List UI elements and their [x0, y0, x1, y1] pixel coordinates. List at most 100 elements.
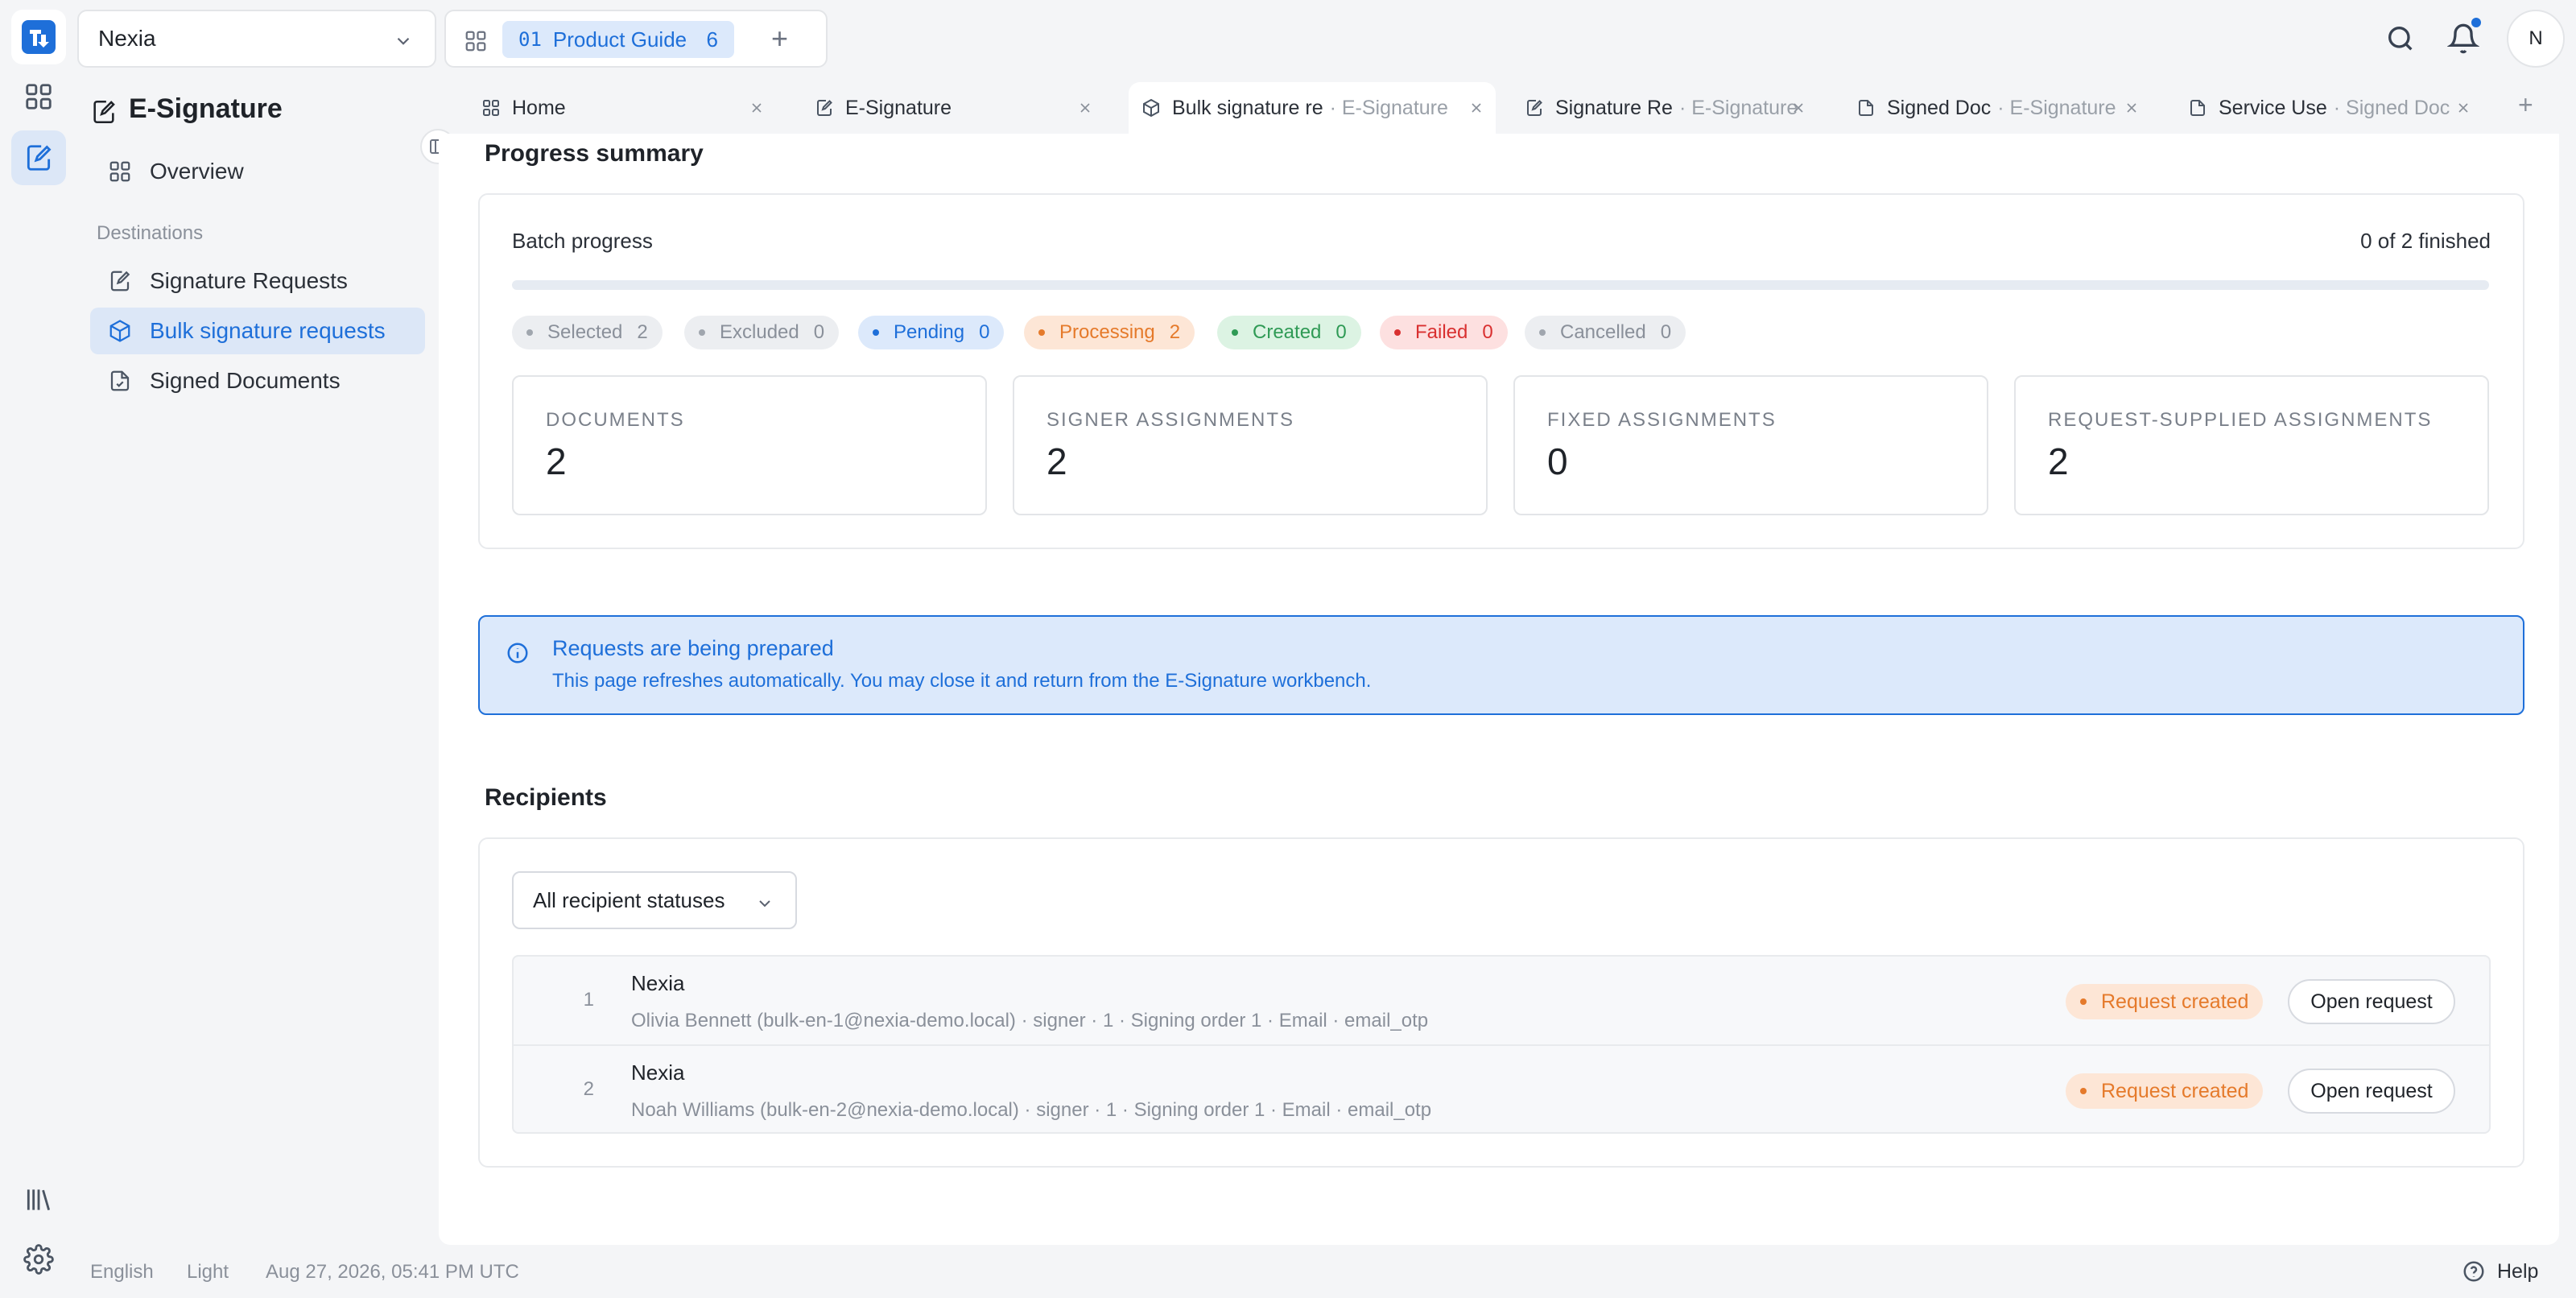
- stat-label: DOCUMENTS: [546, 409, 685, 431]
- document-edit-icon: [1525, 98, 1544, 118]
- package-icon: [1141, 98, 1161, 118]
- sidebar-section-title: Destinations: [97, 222, 204, 244]
- status-chip-selected: Selected 2: [512, 316, 663, 349]
- guide-bar: 01 Product Guide 6 +: [444, 10, 828, 68]
- chip-label: Processing: [1059, 321, 1155, 343]
- banner-title: Requests are being prepared: [552, 636, 834, 660]
- batch-progress-bar: [512, 280, 2489, 290]
- stat-value: 2: [1046, 440, 1067, 482]
- workspace-name: Nexia: [98, 26, 156, 51]
- close-tab-icon[interactable]: [1790, 100, 1806, 116]
- tab-label: Signed Doc: [1887, 96, 1992, 119]
- tab-service-use[interactable]: Service Use · Signed Doc: [2175, 82, 2483, 134]
- guide-count: 6: [706, 27, 718, 52]
- status-badge: Request created: [2066, 1073, 2264, 1109]
- sidebar-item-bulk-signature-requests[interactable]: Bulk signature requests: [90, 308, 425, 354]
- sidebar-item-overview[interactable]: Overview: [90, 148, 425, 195]
- tab-bulk-signature-requests[interactable]: Bulk signature re · E-Signature: [1129, 82, 1496, 134]
- chip-label: Failed: [1415, 321, 1468, 343]
- chip-label: Pending: [894, 321, 965, 343]
- chevron-down-icon: [755, 894, 774, 913]
- add-guide-icon[interactable]: +: [771, 24, 788, 53]
- banner-body: This page refreshes automatically. You m…: [552, 670, 1372, 692]
- tab-sublabel: · E-Signature: [1329, 96, 1448, 119]
- progress-summary-heading: Progress summary: [485, 140, 704, 167]
- app-logo-icon[interactable]: [11, 10, 66, 64]
- app-rail: [0, 0, 77, 1298]
- table-row: 1 Nexia Olivia Bennett (bulk-en-1@nexia-…: [514, 957, 2489, 1044]
- stat-documents: DOCUMENTS 2: [512, 375, 987, 515]
- grid-icon[interactable]: [464, 29, 488, 53]
- tab-label: Bulk signature re: [1172, 96, 1323, 119]
- stat-signer-assignments: SIGNER ASSIGNMENTS 2: [1013, 375, 1488, 515]
- stat-label: FIXED ASSIGNMENTS: [1547, 409, 1777, 431]
- status-chip-failed: Failed 0: [1380, 316, 1508, 349]
- theme-setting[interactable]: Light: [187, 1261, 229, 1284]
- language-setting[interactable]: English: [90, 1261, 154, 1284]
- chip-count: 2: [1169, 321, 1181, 343]
- document-check-icon: [1856, 98, 1876, 118]
- chip-label: Cancelled: [1560, 321, 1646, 343]
- notification-dot: [2470, 16, 2483, 29]
- guide-label: Product Guide: [552, 27, 687, 52]
- library-icon[interactable]: [11, 1172, 66, 1227]
- search-icon[interactable]: [2384, 23, 2417, 55]
- stat-request-supplied-assignments: REQUEST-SUPPLIED ASSIGNMENTS 2: [2014, 375, 2489, 515]
- sidebar-item-signature-requests[interactable]: Signature Requests: [90, 258, 425, 304]
- tab-signed-documents[interactable]: Signed Doc · E-Signature: [1843, 82, 2151, 134]
- recipient-name: Nexia: [631, 971, 685, 995]
- e-signature-app-icon[interactable]: [11, 130, 66, 185]
- close-tab-icon[interactable]: [2455, 100, 2471, 116]
- sidebar-item-label: Overview: [150, 159, 244, 184]
- tab-label: E-Signature: [845, 96, 952, 119]
- close-tab-icon[interactable]: [2124, 100, 2140, 116]
- document-check-icon: [2188, 98, 2207, 118]
- status-chip-created: Created 0: [1217, 316, 1361, 349]
- workspace-select[interactable]: Nexia: [77, 10, 436, 68]
- new-tab-icon[interactable]: +: [2518, 90, 2533, 120]
- status-chip-excluded: Excluded 0: [684, 316, 840, 349]
- close-tab-icon[interactable]: [1077, 100, 1093, 116]
- table-row: 2 Nexia Noah Williams (bulk-en-2@nexia-d…: [514, 1044, 2489, 1132]
- chip-count: 2: [637, 321, 648, 343]
- sidebar-item-label: Bulk signature requests: [150, 318, 386, 343]
- stat-value: 0: [1547, 440, 1568, 482]
- tab-signature-requests[interactable]: Signature Re · E-Signature: [1512, 82, 1818, 134]
- close-tab-icon[interactable]: [1468, 100, 1484, 116]
- status-chip-pending: Pending 0: [858, 316, 1005, 349]
- tab-label: Service Use: [2219, 96, 2327, 119]
- chip-count: 0: [1660, 321, 1672, 343]
- user-avatar[interactable]: N: [2507, 10, 2565, 68]
- stat-value: 2: [546, 440, 567, 482]
- stat-value: 2: [2048, 440, 2069, 482]
- recipients-table: 1 Nexia Olivia Bennett (bulk-en-1@nexia-…: [512, 955, 2491, 1134]
- chip-count: 0: [1482, 321, 1493, 343]
- settings-gear-icon[interactable]: [11, 1232, 66, 1287]
- open-request-button[interactable]: Open request: [2288, 979, 2455, 1024]
- tab-e-signature[interactable]: E-Signature: [802, 82, 1104, 134]
- open-request-button[interactable]: Open request: [2288, 1069, 2455, 1114]
- sidebar-item-signed-documents[interactable]: Signed Documents: [90, 358, 425, 404]
- status-badge-label: Request created: [2101, 990, 2249, 1013]
- recipient-status-filter[interactable]: All recipient statuses: [512, 871, 797, 929]
- batch-finished-count: 0 of 2 finished: [2360, 229, 2491, 253]
- product-guide-pill[interactable]: 01 Product Guide 6: [502, 21, 734, 58]
- sidebar-item-label: Signature Requests: [150, 268, 348, 293]
- tab-home[interactable]: Home: [469, 82, 776, 134]
- close-tab-icon[interactable]: [749, 100, 765, 116]
- home-grid-icon: [481, 98, 501, 118]
- help-circle-icon: [2462, 1259, 2486, 1284]
- document-edit-icon: [108, 269, 132, 293]
- status-badge: Request created: [2066, 984, 2264, 1019]
- chip-label: Selected: [547, 321, 623, 343]
- batch-progress-label: Batch progress: [512, 229, 653, 253]
- tab-sublabel: · E-Signature: [1997, 96, 2116, 119]
- chip-count: 0: [1335, 321, 1347, 343]
- stat-label: REQUEST-SUPPLIED ASSIGNMENTS: [2048, 409, 2433, 431]
- chip-label: Created: [1253, 321, 1322, 343]
- guide-number: 01: [518, 28, 542, 51]
- tab-label: Home: [512, 96, 566, 119]
- apps-grid-icon[interactable]: [11, 69, 66, 124]
- help-link[interactable]: Help: [2462, 1259, 2538, 1284]
- chip-count: 0: [813, 321, 825, 343]
